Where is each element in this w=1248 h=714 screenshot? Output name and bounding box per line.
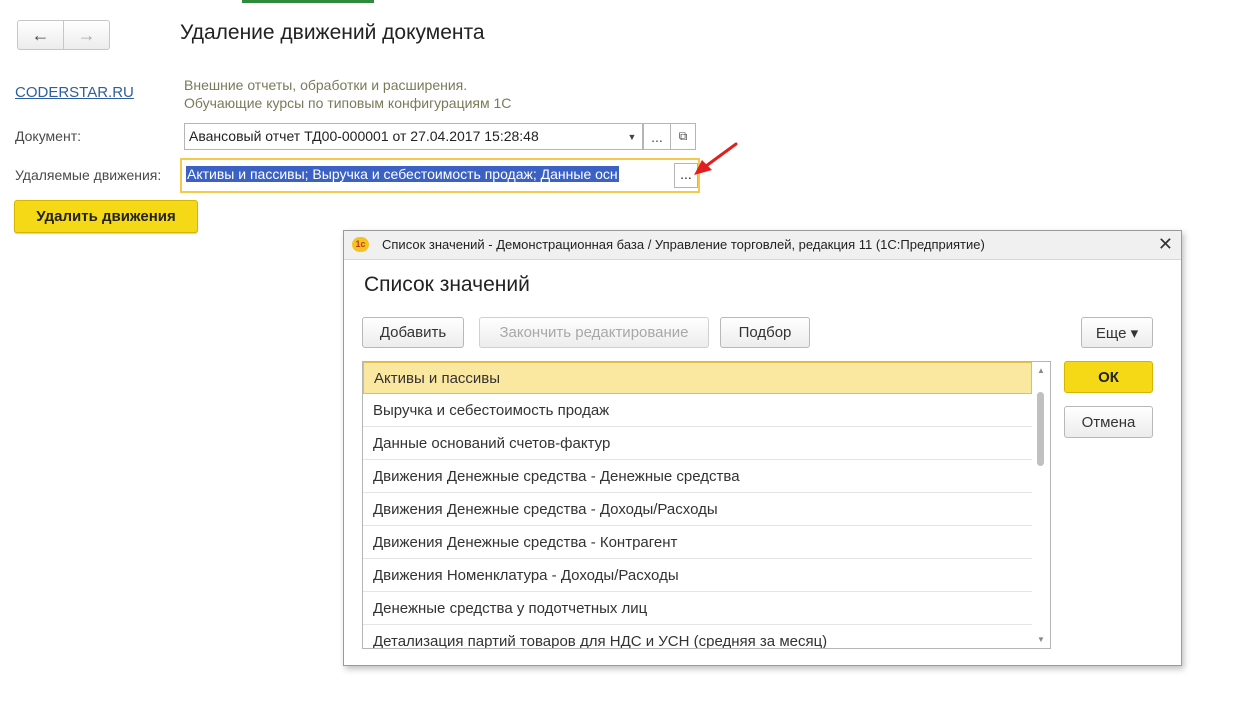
- promo-line-1: Внешние отчеты, обработки и расширения.: [184, 77, 468, 93]
- list-item[interactable]: Активы и пассивы: [363, 362, 1032, 394]
- promo-text: Внешние отчеты, обработки и расширения. …: [184, 76, 511, 112]
- pick-button[interactable]: Подбор: [720, 317, 810, 348]
- active-tab-indicator: [242, 0, 374, 3]
- promo-line-2: Обучающие курсы по типовым конфигурациям…: [184, 95, 512, 111]
- scroll-down-icon[interactable]: ▼: [1037, 635, 1045, 644]
- delete-movements-button[interactable]: Удалить движения: [14, 200, 198, 233]
- value-list-dialog: 1с Список значений - Демонстрационная ба…: [343, 230, 1182, 666]
- list-item[interactable]: Движения Денежные средства - Доходы/Расх…: [363, 494, 1032, 526]
- list-item[interactable]: Денежные средства у подотчетных лиц: [363, 593, 1032, 625]
- document-input[interactable]: Авансовый отчет ТД00-000001 от 27.04.201…: [184, 123, 628, 150]
- list-item[interactable]: Движения Номенклатура - Доходы/Расходы: [363, 560, 1032, 592]
- list-item[interactable]: Данные оснований счетов-фактур: [363, 428, 1032, 460]
- dialog-heading: Список значений: [364, 273, 530, 296]
- close-icon[interactable]: ✕: [1158, 234, 1173, 255]
- site-link[interactable]: CODERSTAR.RU: [15, 84, 134, 101]
- add-button[interactable]: Добавить: [362, 317, 464, 348]
- scroll-up-icon[interactable]: ▲: [1037, 366, 1045, 375]
- dialog-titlebar: 1с Список значений - Демонстрационная ба…: [344, 231, 1181, 260]
- more-button[interactable]: Еще ▾: [1081, 317, 1153, 348]
- select-document-button[interactable]: ...: [643, 123, 671, 150]
- movements-field: Активы и пассивы; Выручка и себестоимост…: [180, 158, 700, 193]
- 1c-logo-icon: 1с: [352, 237, 369, 252]
- page-title: Удаление движений документа: [180, 21, 485, 44]
- list-scrollbar[interactable]: ▲ ▼: [1033, 362, 1049, 648]
- dialog-window-title: Список значений - Демонстрационная база …: [382, 237, 985, 252]
- movements-selected-text: Активы и пассивы; Выручка и себестоимост…: [186, 166, 619, 182]
- top-accent-bar: [0, 0, 1248, 3]
- chevron-down-icon[interactable]: ▼: [622, 123, 643, 150]
- nav-buttons: ← →: [17, 20, 110, 50]
- forward-arrow-icon[interactable]: →: [64, 21, 109, 49]
- movements-label: Удаляемые движения:: [15, 167, 162, 183]
- list-item[interactable]: Движения Денежные средства - Контрагент: [363, 527, 1032, 559]
- movements-input[interactable]: Активы и пассивы; Выручка и себестоимост…: [186, 163, 671, 186]
- scroll-thumb[interactable]: [1037, 392, 1044, 466]
- cancel-button[interactable]: Отмена: [1064, 406, 1153, 438]
- annotation-arrow-icon: [694, 142, 738, 175]
- finish-edit-button[interactable]: Закончить редактирование: [479, 317, 709, 348]
- list-item[interactable]: Выручка и себестоимость продаж: [363, 395, 1032, 427]
- ok-button[interactable]: ОК: [1064, 361, 1153, 393]
- document-label: Документ:: [15, 128, 81, 144]
- back-arrow-icon[interactable]: ←: [18, 21, 64, 49]
- value-list: Активы и пассивы Выручка и себестоимость…: [362, 361, 1051, 649]
- list-item[interactable]: Движения Денежные средства - Денежные ср…: [363, 461, 1032, 493]
- list-item[interactable]: Детализация партий товаров для НДС и УСН…: [363, 626, 1032, 648]
